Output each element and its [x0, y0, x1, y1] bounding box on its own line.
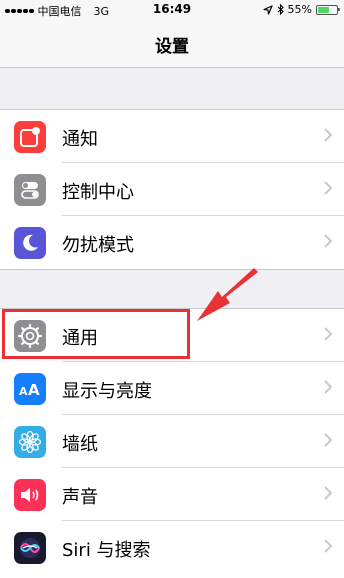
annotation-arrow: [197, 268, 258, 321]
